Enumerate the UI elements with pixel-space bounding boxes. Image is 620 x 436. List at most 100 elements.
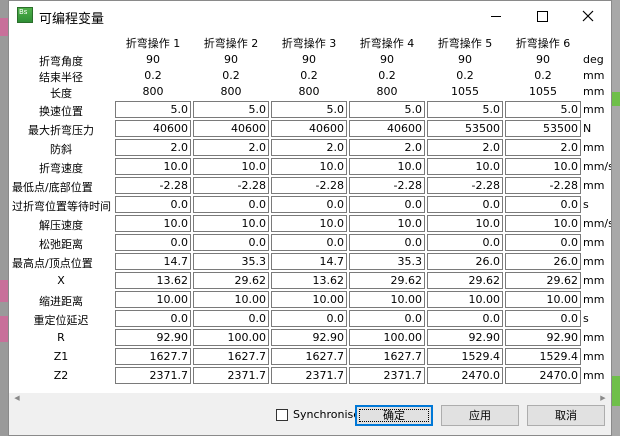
value-field[interactable]: 92.90: [115, 329, 191, 346]
value-field[interactable]: 13.62: [271, 272, 347, 289]
value-field[interactable]: 0.0: [505, 196, 581, 213]
value-field[interactable]: 53500: [427, 120, 503, 137]
value-field[interactable]: 5.0: [115, 101, 191, 118]
close-button[interactable]: [565, 1, 611, 31]
value-field[interactable]: 14.7: [115, 253, 191, 270]
value-field[interactable]: 5.0: [427, 101, 503, 118]
value-field[interactable]: 10.0: [505, 215, 581, 232]
value-field[interactable]: 92.90: [505, 329, 581, 346]
value-field[interactable]: 0.0: [349, 310, 425, 327]
value-field[interactable]: 2.0: [427, 139, 503, 156]
value-field[interactable]: -2.28: [193, 177, 269, 194]
value-field[interactable]: 0.0: [427, 234, 503, 251]
value-field[interactable]: 2371.7: [271, 367, 347, 384]
value-field[interactable]: 29.62: [505, 272, 581, 289]
value-field[interactable]: 29.62: [193, 272, 269, 289]
value-field[interactable]: 5.0: [271, 101, 347, 118]
value-field[interactable]: 26.0: [427, 253, 503, 270]
value-field[interactable]: 100.00: [193, 329, 269, 346]
value-field[interactable]: 10.00: [427, 291, 503, 308]
value-field[interactable]: 40600: [271, 120, 347, 137]
value-field[interactable]: 10.00: [271, 291, 347, 308]
value-field[interactable]: 10.0: [271, 158, 347, 175]
value-field[interactable]: 92.90: [271, 329, 347, 346]
value-field[interactable]: -2.28: [505, 177, 581, 194]
value-field[interactable]: -2.28: [271, 177, 347, 194]
value-field[interactable]: 2371.7: [193, 367, 269, 384]
value-field[interactable]: 10.0: [427, 158, 503, 175]
value-field[interactable]: 10.00: [349, 291, 425, 308]
value-field[interactable]: 0.0: [193, 234, 269, 251]
value-field[interactable]: 53500: [505, 120, 581, 137]
value-field[interactable]: 5.0: [193, 101, 269, 118]
value-field[interactable]: 2470.0: [427, 367, 503, 384]
value-field[interactable]: 0.0: [115, 234, 191, 251]
value-field[interactable]: 1529.4: [427, 348, 503, 365]
minimize-button[interactable]: [473, 1, 519, 31]
value-field[interactable]: 1627.7: [271, 348, 347, 365]
value-field[interactable]: 29.62: [427, 272, 503, 289]
maximize-button[interactable]: [519, 1, 565, 31]
value-field[interactable]: 1627.7: [115, 348, 191, 365]
value-field[interactable]: 0.0: [349, 196, 425, 213]
value-field[interactable]: 100.00: [349, 329, 425, 346]
value-field[interactable]: 0.0: [271, 310, 347, 327]
value-field[interactable]: 40600: [115, 120, 191, 137]
value-field[interactable]: 5.0: [505, 101, 581, 118]
value-field[interactable]: 0.0: [115, 196, 191, 213]
value-field[interactable]: 0.0: [271, 234, 347, 251]
value-field[interactable]: 10.0: [271, 215, 347, 232]
value-field[interactable]: 92.90: [427, 329, 503, 346]
value-field[interactable]: 2.0: [193, 139, 269, 156]
value-field[interactable]: 10.0: [115, 215, 191, 232]
value-field[interactable]: 10.00: [115, 291, 191, 308]
value-field[interactable]: 0.0: [505, 310, 581, 327]
value-field[interactable]: 40600: [349, 120, 425, 137]
scroll-right-icon[interactable]: ▶: [597, 393, 609, 404]
value-field[interactable]: 0.0: [271, 196, 347, 213]
value-field[interactable]: 2.0: [505, 139, 581, 156]
value-field[interactable]: -2.28: [115, 177, 191, 194]
value-field[interactable]: 1627.7: [349, 348, 425, 365]
value-field[interactable]: 14.7: [271, 253, 347, 270]
value-field[interactable]: 10.0: [505, 158, 581, 175]
value-field[interactable]: 10.00: [505, 291, 581, 308]
value-field[interactable]: 10.0: [349, 158, 425, 175]
value-field[interactable]: 10.00: [193, 291, 269, 308]
value-field[interactable]: 2.0: [115, 139, 191, 156]
scroll-left-icon[interactable]: ◀: [11, 393, 23, 404]
value-field[interactable]: 2.0: [271, 139, 347, 156]
value-field[interactable]: 2371.7: [349, 367, 425, 384]
value-field[interactable]: 0.0: [427, 196, 503, 213]
value-field[interactable]: 10.0: [193, 215, 269, 232]
title-bar[interactable]: Bs 可编程变量: [9, 1, 611, 31]
value-field[interactable]: 1529.4: [505, 348, 581, 365]
value-field[interactable]: 29.62: [349, 272, 425, 289]
value-field[interactable]: 2470.0: [505, 367, 581, 384]
horizontal-scrollbar[interactable]: ◀ ▶: [9, 393, 611, 404]
value-field[interactable]: -2.28: [349, 177, 425, 194]
value-field[interactable]: 0.0: [349, 234, 425, 251]
value-field[interactable]: 0.0: [193, 310, 269, 327]
value-field[interactable]: 0.0: [193, 196, 269, 213]
value-field[interactable]: 10.0: [115, 158, 191, 175]
value-field[interactable]: 35.3: [349, 253, 425, 270]
value-field[interactable]: 2371.7: [115, 367, 191, 384]
cancel-button[interactable]: 取消: [527, 405, 605, 426]
value-field[interactable]: 0.0: [505, 234, 581, 251]
value-field[interactable]: 26.0: [505, 253, 581, 270]
value-field[interactable]: 13.62: [115, 272, 191, 289]
value-field[interactable]: 2.0: [349, 139, 425, 156]
value-field[interactable]: 40600: [193, 120, 269, 137]
value-field[interactable]: 10.0: [427, 215, 503, 232]
value-field[interactable]: 10.0: [193, 158, 269, 175]
value-field[interactable]: 10.0: [349, 215, 425, 232]
value-field[interactable]: 5.0: [349, 101, 425, 118]
ok-button[interactable]: 确定: [355, 405, 433, 426]
value-field[interactable]: 0.0: [427, 310, 503, 327]
value-field[interactable]: 1627.7: [193, 348, 269, 365]
value-field[interactable]: 0.0: [115, 310, 191, 327]
apply-button[interactable]: 应用: [441, 405, 519, 426]
synchronise-checkbox[interactable]: [276, 409, 288, 421]
value-field[interactable]: 35.3: [193, 253, 269, 270]
